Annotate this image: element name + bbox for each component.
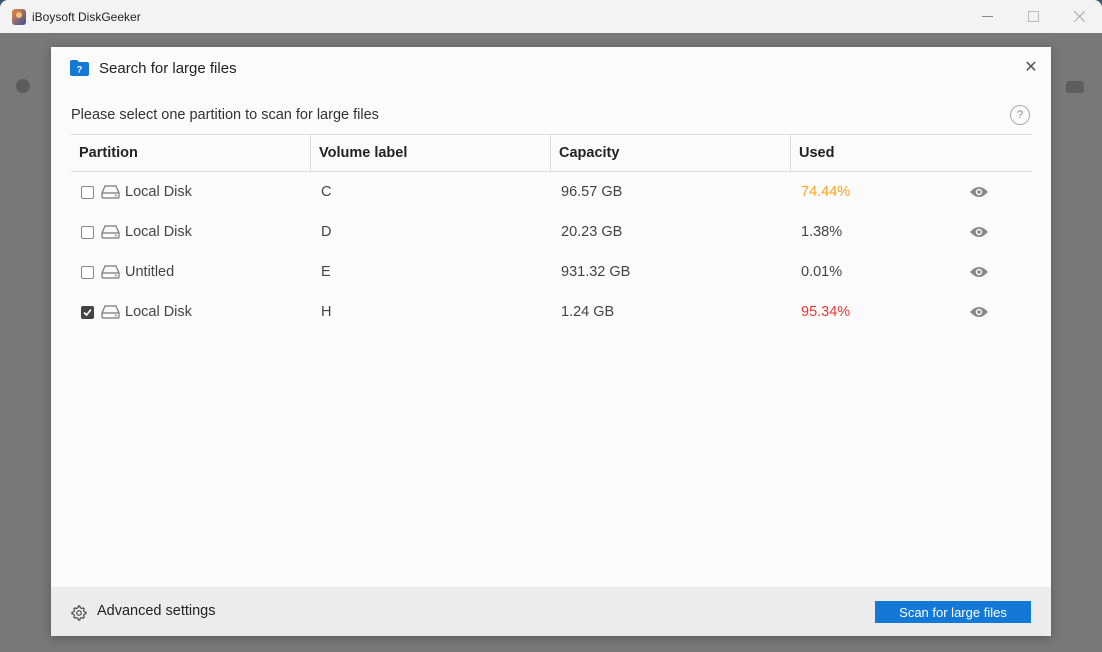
partition-cell: Untitled — [71, 264, 311, 280]
partition-table: Partition Volume label Capacity Used Loc… — [71, 134, 1032, 332]
volume-label-cell: E — [321, 264, 331, 280]
capacity-cell: 20.23 GB — [561, 224, 623, 240]
used-percentage: 1.38% — [801, 224, 843, 240]
close-icon — [1073, 11, 1085, 22]
eye-icon[interactable] — [969, 185, 989, 199]
background-home-icon — [16, 79, 30, 93]
dialog-header: ? Search for large files ✕ — [51, 47, 1051, 91]
drive-icon — [101, 225, 120, 239]
table-body: Local Disk C 96.57 GB 74.44% Local Disk … — [71, 172, 1032, 332]
volume-label-cell: H — [321, 304, 332, 320]
maximize-button[interactable] — [1010, 0, 1056, 33]
partition-cell: Local Disk — [71, 224, 311, 240]
partition-name: Local Disk — [125, 184, 192, 200]
partition-checkbox[interactable] — [81, 305, 94, 319]
drive-icon — [101, 185, 120, 199]
app-title: iBoysoft DiskGeeker — [32, 9, 141, 24]
dialog-footer: Advanced settings Scan for large files — [51, 587, 1051, 636]
capacity-cell: 1.24 GB — [561, 304, 615, 320]
title-bar: iBoysoft DiskGeeker — [0, 0, 1102, 33]
partition-name: Untitled — [125, 264, 175, 280]
capacity-cell: 96.57 GB — [561, 184, 623, 200]
capacity-cell: 931.32 GB — [561, 264, 631, 280]
column-header-volume-label[interactable]: Volume label — [311, 135, 551, 171]
dialog-close-button[interactable]: ✕ — [1023, 60, 1039, 76]
partition-row[interactable]: Local Disk H 1.24 GB 95.34% — [71, 292, 1032, 332]
gear-icon — [71, 605, 87, 621]
window-controls — [964, 0, 1102, 33]
used-percentage: 74.44% — [801, 184, 851, 200]
partition-cell: Local Disk — [71, 184, 311, 200]
minimize-icon — [981, 16, 993, 17]
minimize-button[interactable] — [964, 0, 1010, 33]
volume-label-cell: D — [321, 224, 332, 240]
partition-checkbox[interactable] — [81, 265, 94, 279]
eye-icon[interactable] — [969, 225, 989, 239]
eye-icon[interactable] — [969, 265, 989, 279]
app-window: iBoysoft DiskGeeker ? Search for large f… — [0, 0, 1102, 652]
partition-checkbox[interactable] — [81, 225, 94, 239]
eye-icon[interactable] — [969, 305, 989, 319]
used-cell: 74.44% — [791, 184, 1032, 200]
svg-text:?: ? — [77, 65, 83, 75]
used-percentage: 0.01% — [801, 264, 843, 280]
partition-name: Local Disk — [125, 304, 192, 320]
volume-label-cell: C — [321, 184, 332, 200]
partition-cell: Local Disk — [71, 304, 311, 320]
close-window-button[interactable] — [1056, 0, 1102, 33]
advanced-settings-link[interactable]: Advanced settings — [97, 603, 216, 619]
maximize-icon — [1027, 11, 1039, 22]
partition-name: Local Disk — [125, 224, 192, 240]
used-percentage: 95.34% — [801, 304, 851, 320]
column-header-capacity[interactable]: Capacity — [551, 135, 791, 171]
table-header: Partition Volume label Capacity Used — [71, 134, 1032, 172]
help-icon[interactable]: ? — [1010, 105, 1030, 125]
scan-for-large-files-button[interactable]: Scan for large files — [875, 601, 1031, 623]
partition-row[interactable]: Local Disk D 20.23 GB 1.38% — [71, 212, 1032, 252]
drive-icon — [101, 265, 120, 279]
dialog-title: Search for large files — [99, 60, 237, 77]
used-cell: 0.01% — [791, 264, 1032, 280]
checkmark-icon — [83, 308, 92, 316]
partition-row[interactable]: Untitled E 931.32 GB 0.01% — [71, 252, 1032, 292]
instruction-text: Please select one partition to scan for … — [71, 107, 379, 123]
folder-question-icon: ? — [70, 60, 89, 76]
column-header-used[interactable]: Used — [791, 135, 1032, 171]
column-header-partition[interactable]: Partition — [71, 135, 311, 171]
app-logo-icon — [12, 8, 26, 25]
partition-checkbox[interactable] — [81, 185, 94, 199]
partition-row[interactable]: Local Disk C 96.57 GB 74.44% — [71, 172, 1032, 212]
drive-icon — [101, 305, 120, 319]
background-menu-icon — [1066, 81, 1084, 93]
search-large-files-dialog: ? Search for large files ✕ Please select… — [51, 47, 1051, 636]
used-cell: 1.38% — [791, 224, 1032, 240]
used-cell: 95.34% — [791, 304, 1032, 320]
